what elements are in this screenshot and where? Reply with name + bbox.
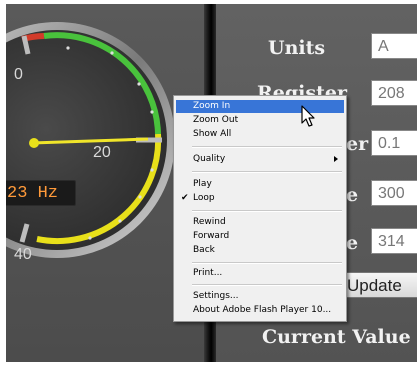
menu-item-zoom-in[interactable]: Zoom In [176, 100, 344, 113]
current-value-label: Current Value [262, 326, 411, 348]
menu-item-show-all[interactable]: Show All [176, 128, 344, 141]
menu-item-loop[interactable]: ✔ Loop [176, 192, 344, 205]
menu-separator [192, 262, 342, 264]
check-icon: ✔ [181, 193, 189, 203]
menu-separator [192, 171, 342, 173]
menu-item-zoom-out[interactable]: Zoom Out [176, 114, 344, 127]
menu-item-settings[interactable]: Settings... [176, 290, 344, 303]
frequency-readout: 23 Hz [6, 180, 76, 206]
row3-label: er [346, 133, 369, 155]
submenu-arrow-icon [334, 156, 338, 162]
menu-item-rewind[interactable]: Rewind [176, 216, 344, 229]
menu-item-print[interactable]: Print... [176, 267, 344, 280]
units-label: Units [268, 37, 326, 59]
menu-separator [192, 210, 342, 212]
context-menu: Zoom In Zoom Out Show All Quality Play ✔… [173, 95, 347, 322]
row5-label: e [346, 232, 359, 254]
row4-label: e [346, 184, 359, 206]
menu-item-about[interactable]: About Adobe Flash Player 10... [176, 304, 344, 317]
row5-field[interactable]: 314 [371, 228, 417, 254]
gauge-tick-label-right: 20 [93, 144, 111, 161]
arrow-pointer-icon [301, 105, 315, 127]
menu-item-play[interactable]: Play [176, 178, 344, 191]
gauge-tick-label-top: 0 [14, 66, 23, 83]
menu-separator [192, 284, 342, 286]
menu-item-quality[interactable]: Quality [176, 153, 344, 166]
row3-field[interactable]: 0.1 [371, 130, 417, 156]
units-field[interactable]: A [371, 33, 417, 59]
register-field[interactable]: 208 [371, 80, 417, 106]
row4-field[interactable]: 300 [371, 180, 417, 206]
menu-separator [192, 146, 342, 148]
gauge-tick-label-bottom: 40 [14, 246, 32, 263]
menu-item-back[interactable]: Back [176, 244, 344, 257]
gauge-hub [29, 138, 39, 148]
update-button[interactable]: Update [338, 272, 417, 298]
menu-item-forward[interactable]: Forward [176, 230, 344, 243]
